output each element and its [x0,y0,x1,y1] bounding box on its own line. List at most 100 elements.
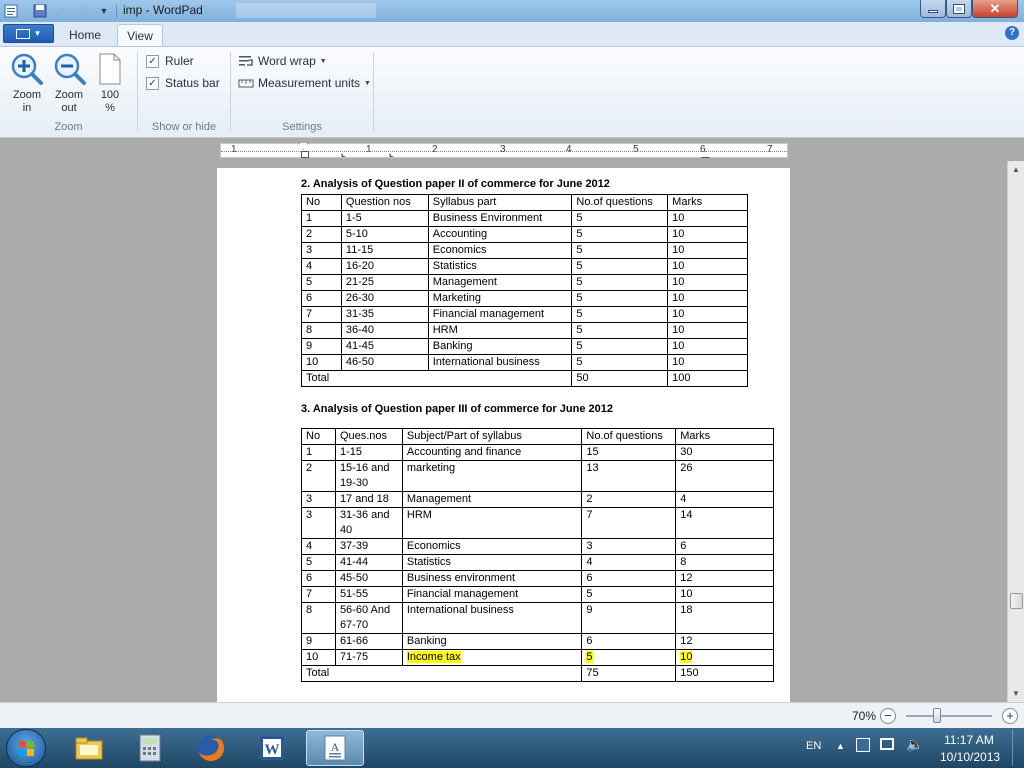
table-cell-text: 13 [586,462,599,474]
table-cell: 12 [675,570,774,587]
tab-view[interactable]: View [117,24,163,46]
start-button[interactable] [6,729,46,767]
table-cell: 16-20 [340,258,429,275]
table-cell-text: 4 [586,556,593,568]
table-cell-text: Management [432,276,497,288]
document-page[interactable]: 2. Analysis of Question paper II of comm… [217,168,790,702]
table-cell: 6 [581,633,677,650]
ruler-checkbox[interactable]: ✓ Ruler [146,54,194,68]
table-cell: 1 [301,444,336,461]
total-questions: 75 [581,665,677,682]
table-cell: Banking [401,633,583,650]
action-center-icon[interactable] [856,738,870,752]
table-cell-text: 3 [586,540,593,552]
table-cell-text: 5-10 [345,228,368,240]
table-cell: 5 [301,554,336,571]
table-cell-text: Economics [406,540,461,552]
taskbar-wordpad-button[interactable]: A [306,730,364,766]
application-menu-button[interactable]: ▼ [3,24,54,43]
table-cell: 13 [581,460,677,492]
network-icon[interactable] [880,738,894,750]
table-cell: 46-50 [340,354,429,371]
window-title: imp - WordPad [123,3,203,17]
table-cell-text: 5 [576,276,583,288]
clock-date[interactable]: 10/10/2013 [940,750,1000,764]
first-line-indent-marker[interactable] [299,143,308,150]
tab-home[interactable]: Home [58,24,112,46]
table-row: 8 36-40 HRM 5 10 [301,322,748,339]
table-cell-text: 5 [576,244,583,256]
undo-icon[interactable]: ↶ [54,2,72,20]
tab-stop-marker[interactable]: ⌞ [389,148,393,159]
table-cell-text: 9 [306,635,313,647]
table-cell: 10 [667,258,748,275]
table-cell: 9 [301,633,336,650]
table-cell-text: 3 [306,509,313,521]
table-cell-text: HRM [432,324,458,336]
table-cell-text: Accounting and finance [406,446,522,458]
table-cell-text: 5 [576,212,583,224]
ruler[interactable]: 1 1 2 3 4 5 6 7 ⌞ ⌞ [220,143,788,158]
zoom-in-button[interactable] [10,52,44,86]
svg-text:W: W [265,742,280,758]
volume-icon[interactable]: 🔈 [906,736,923,753]
zoom-100-button[interactable] [97,52,123,86]
language-indicator[interactable]: EN [806,740,821,752]
table-cell-text: 4 [306,260,313,272]
zoom-slider-track[interactable] [906,715,992,717]
ruler-number: 1 [366,144,372,155]
left-indent-marker[interactable] [301,151,309,158]
restore-button[interactable] [946,0,972,18]
word-icon: W [260,736,284,760]
zoom-in-small-icon[interactable]: + [1002,708,1018,724]
zoom-out-small-icon[interactable]: − [880,708,896,724]
table-cell: 10 [667,242,748,259]
wordpad-app-icon[interactable] [2,2,20,20]
measurement-units-dropdown[interactable]: Measurement units ▼ [238,76,371,90]
total-label: Total [300,370,573,387]
customize-quick-access-icon[interactable]: ▼ [98,2,110,20]
vertical-scrollbar[interactable]: ▲ ▼ [1007,161,1024,702]
status-bar-checkbox[interactable]: ✓ Status bar [146,76,220,90]
scrollbar-thumb[interactable] [1010,593,1023,609]
table-cell-text: 5 [306,276,313,288]
table-cell-text: 26-30 [345,292,375,304]
close-icon: ✕ [989,0,1001,16]
redo-icon[interactable]: ↷ [76,2,94,20]
tab-stop-marker[interactable]: ⌞ [341,148,345,159]
zoom-level: 70% [852,709,877,723]
table-cell-text: 10 [672,228,685,240]
table-row: 2 5-10 Accounting 5 10 [301,226,748,243]
table-cell-text: 5 [576,228,583,240]
help-icon[interactable]: ? [1005,26,1019,40]
table-cell: 26-30 [340,290,429,307]
table-cell: 6 [301,290,342,307]
table-cell: 5 [571,210,669,227]
taskbar-firefox-button[interactable] [182,730,240,766]
minimize-button[interactable] [920,0,946,18]
close-button[interactable]: ✕ [972,0,1018,18]
word-wrap-label: Word wrap [258,54,316,68]
zoom-out-button[interactable] [53,52,87,86]
word-wrap-dropdown[interactable]: Word wrap ▼ [238,54,327,68]
table-cell: Accounting and finance [401,444,583,461]
table-cell: 31-35 [340,306,429,323]
table-cell-text: 26 [680,462,693,474]
clock-time[interactable]: 11:17 AM [944,733,994,747]
show-desktop-button[interactable] [1012,730,1024,766]
save-icon[interactable] [30,2,50,20]
table-cell: 12 [675,633,774,650]
taskbar-explorer-button[interactable] [60,730,118,766]
taskbar-word-button[interactable]: W [243,730,301,766]
table-cell: 10 [667,306,748,323]
scroll-up-arrow-icon[interactable]: ▲ [1008,161,1024,178]
show-hidden-icons-icon[interactable]: ▲ [836,741,845,751]
zoom-100-label: 100 % [100,89,120,114]
table-cell-text: Marketing [432,292,482,304]
scroll-down-arrow-icon[interactable]: ▼ [1008,685,1024,702]
ruler-number: 2 [432,144,438,155]
table-header-cell: No.of questions [581,428,677,445]
taskbar-calculator-button[interactable] [121,730,179,766]
zoom-slider-thumb[interactable] [933,708,941,723]
table-cell: 6 [675,538,774,555]
